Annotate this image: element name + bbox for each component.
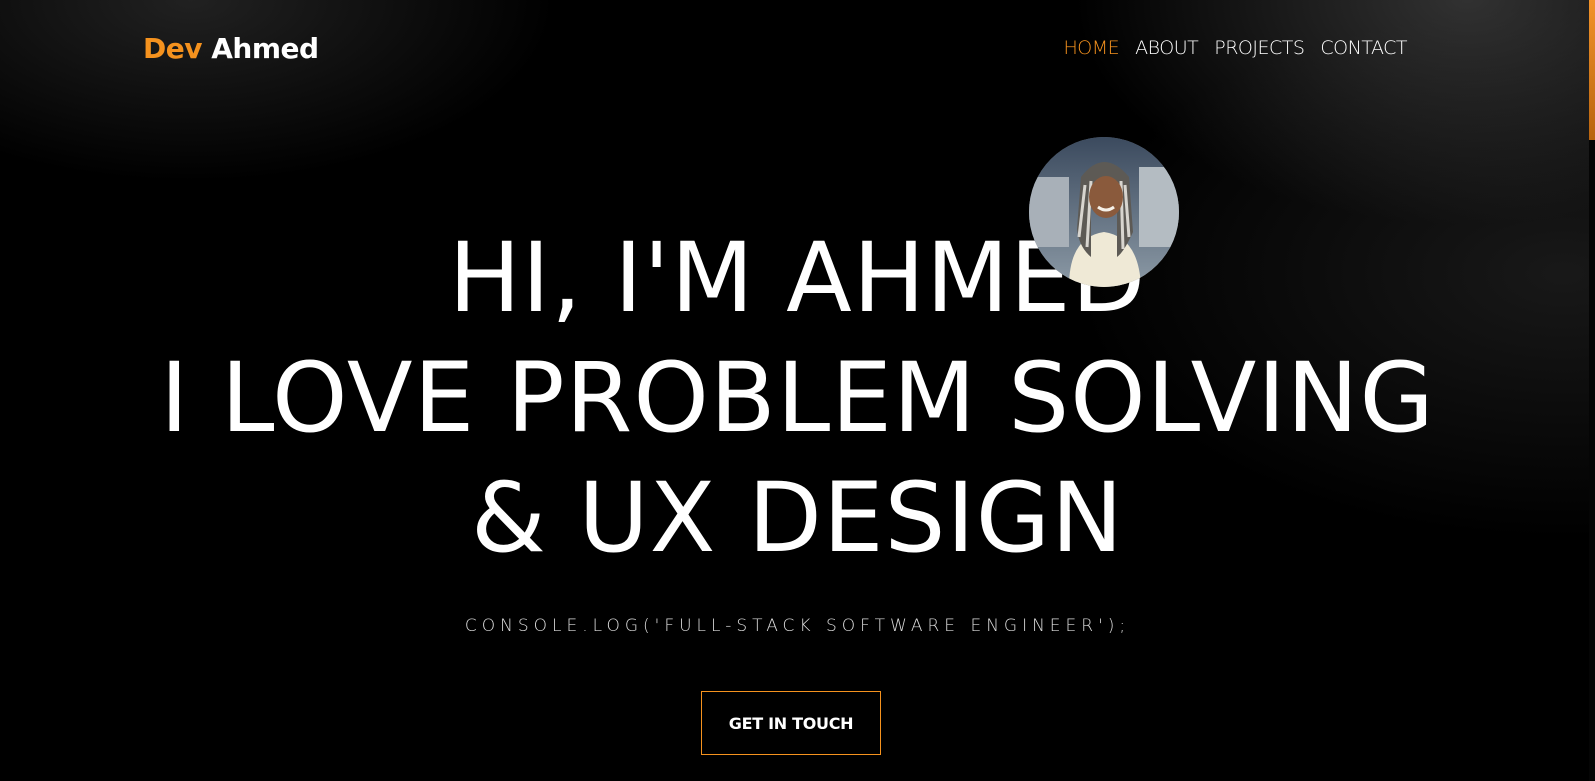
nav-contact[interactable]: CONTACT bbox=[1320, 37, 1407, 59]
hero-heading: HI, I'M AHMED I LOVE PROBLEM SOLVING & U… bbox=[0, 218, 1595, 578]
logo-name: Ahmed bbox=[211, 31, 319, 65]
main-nav: HOME ABOUT PROJECTS CONTACT bbox=[1064, 37, 1408, 59]
scrollbar-thumb[interactable] bbox=[1589, 0, 1595, 140]
logo-accent: Dev bbox=[143, 31, 202, 65]
hero-line-1: HI, I'M AHMED bbox=[448, 222, 1147, 334]
profile-photo-icon bbox=[1029, 137, 1179, 287]
hero-section: HI, I'M AHMED I LOVE PROBLEM SOLVING & U… bbox=[0, 218, 1595, 578]
nav-home[interactable]: HOME bbox=[1064, 37, 1120, 59]
get-in-touch-button[interactable]: GET IN TOUCH bbox=[701, 691, 881, 755]
nav-about[interactable]: ABOUT bbox=[1135, 37, 1199, 59]
site-logo[interactable]: Dev Ahmed bbox=[143, 32, 319, 65]
hero-line-3: & UX DESIGN bbox=[471, 462, 1124, 574]
nav-projects[interactable]: PROJECTS bbox=[1214, 37, 1305, 59]
hero-subtitle: CONSOLE.LOG('FULL-STACK SOFTWARE ENGINEE… bbox=[464, 616, 1131, 636]
hero-line-2: I LOVE PROBLEM SOLVING bbox=[160, 342, 1435, 454]
site-header: Dev Ahmed HOME ABOUT PROJECTS CONTACT bbox=[143, 28, 1407, 68]
profile-avatar bbox=[1029, 137, 1179, 287]
